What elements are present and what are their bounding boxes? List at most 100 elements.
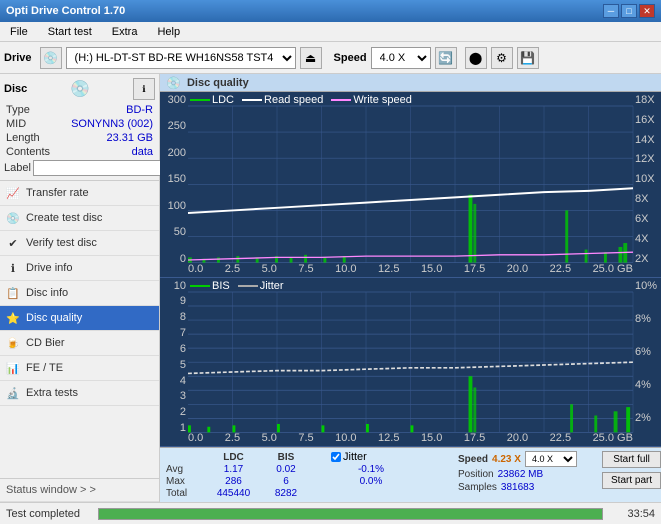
- disc-contents-value: data: [132, 146, 153, 158]
- disc-info-icon-btn[interactable]: ℹ: [133, 78, 155, 100]
- status-text: Test completed: [6, 508, 86, 520]
- disc-mid-label: MID: [6, 118, 26, 130]
- drive-select[interactable]: (H:) HL-DT-ST BD-RE WH16NS58 TST4: [66, 47, 296, 69]
- status-window-btn[interactable]: Status window > >: [0, 478, 159, 502]
- maximize-button[interactable]: □: [621, 4, 637, 18]
- extra-tests-icon: 🔬: [6, 386, 20, 400]
- legend-ldc: LDC: [190, 94, 234, 106]
- disc-quality-icon: ⭐: [6, 311, 20, 325]
- titlebar-title: Opti Drive Control 1.70: [6, 5, 125, 17]
- jitter-label: Jitter: [343, 451, 367, 463]
- start-full-button[interactable]: Start full: [602, 451, 661, 468]
- sidebar-item-transfer-rate[interactable]: 📈 Transfer rate: [0, 181, 159, 206]
- disc-type-value: BD-R: [126, 104, 153, 116]
- write-speed-color: [331, 99, 351, 101]
- samples-label: Samples: [458, 482, 497, 493]
- menu-file[interactable]: File: [4, 24, 34, 40]
- read-speed-color: [242, 99, 262, 101]
- record-btn[interactable]: ⬤: [465, 47, 487, 69]
- chart1-svg: [188, 106, 633, 263]
- sidebar-item-label-transfer-rate: Transfer rate: [26, 187, 89, 199]
- menu-start-test[interactable]: Start test: [42, 24, 98, 40]
- max-label: Max: [166, 476, 206, 487]
- titlebar: Opti Drive Control 1.70 ─ □ ✕: [0, 0, 661, 22]
- settings-btn[interactable]: ⚙: [491, 47, 513, 69]
- sidebar-item-extra-tests[interactable]: 🔬 Extra tests: [0, 381, 159, 406]
- disc-contents-row: Contents data: [4, 146, 155, 158]
- start-part-button[interactable]: Start part: [602, 472, 661, 489]
- chart1-svg-wrap: [188, 106, 633, 263]
- sidebar-item-verify-test-disc[interactable]: ✔ Verify test disc: [0, 231, 159, 256]
- sidebar-item-label-extra-tests: Extra tests: [26, 387, 78, 399]
- samples-value: 381683: [501, 482, 534, 493]
- sidebar-item-create-test-disc[interactable]: 💿 Create test disc: [0, 206, 159, 231]
- main-layout: Disc 💿 ℹ Type BD-R MID SONYNN3 (002) Len…: [0, 74, 661, 502]
- content-area: 💿 Disc quality LDC Read speed: [160, 74, 661, 502]
- progress-fill: [99, 509, 602, 519]
- disc-length-row: Length 23.31 GB: [4, 132, 155, 144]
- menu-extra[interactable]: Extra: [106, 24, 144, 40]
- nav-items: 📈 Transfer rate 💿 Create test disc ✔ Ver…: [0, 181, 159, 406]
- speed-pos-wrap: Speed 4.23 X 4.0 X Position 23862 MB Sam…: [458, 451, 598, 493]
- dq-header: 💿 Disc quality: [160, 74, 661, 92]
- eject-btn[interactable]: ⏏: [300, 47, 322, 69]
- sidebar-item-label-drive-info: Drive info: [26, 262, 72, 274]
- disc-info-icon: 📋: [6, 286, 20, 300]
- legend-write-speed: Write speed: [331, 94, 412, 106]
- total-label: Total: [166, 488, 206, 499]
- jitter-checkbox[interactable]: [331, 452, 341, 462]
- legend-jitter-label: Jitter: [260, 280, 284, 292]
- verify-test-disc-icon: ✔: [6, 236, 20, 250]
- legend-jitter: Jitter: [238, 280, 284, 292]
- disc-length-label: Length: [6, 132, 40, 144]
- chart1-y-axis-left: 300250200150100500: [160, 92, 188, 277]
- ldc-color: [190, 99, 210, 101]
- sidebar-item-disc-quality[interactable]: ⭐ Disc quality: [0, 306, 159, 331]
- drive-icon-btn[interactable]: 💿: [40, 47, 62, 69]
- chart2: BIS Jitter 10987654321 10%8%6%4%2%: [160, 278, 661, 447]
- sidebar-item-label-verify-test-disc: Verify test disc: [26, 237, 97, 249]
- speed-label: Speed: [334, 52, 367, 64]
- speed-select-stats[interactable]: 4.0 X: [525, 451, 577, 467]
- minimize-button[interactable]: ─: [603, 4, 619, 18]
- dq-header-icon: 💿: [166, 76, 181, 90]
- speed-select[interactable]: 4.0 X: [371, 47, 431, 69]
- speed-header: Speed: [458, 454, 488, 465]
- legend-ldc-label: LDC: [212, 94, 234, 106]
- refresh-btn[interactable]: 🔄: [435, 47, 457, 69]
- sidebar-item-drive-info[interactable]: ℹ Drive info: [0, 256, 159, 281]
- disc-panel: Disc 💿 ℹ Type BD-R MID SONYNN3 (002) Len…: [0, 74, 159, 181]
- jitter-check: Jitter: [331, 451, 411, 463]
- status-window-label: Status window > >: [6, 484, 96, 496]
- disc-label-label: Label: [4, 162, 31, 174]
- stat-table-wrap: LDC BIS Jitter Avg 1.17 0.02: [166, 451, 446, 499]
- disc-icon: 💿: [70, 79, 90, 99]
- avg-jitter: -0.1%: [331, 464, 411, 475]
- stats-header-row: LDC BIS Jitter: [166, 451, 446, 463]
- max-jitter: 0.0%: [331, 476, 411, 487]
- sidebar-item-fe-te[interactable]: 📊 FE / TE: [0, 356, 159, 381]
- chart1: LDC Read speed Write speed 3002502001501…: [160, 92, 661, 278]
- samples-row: Samples 381683: [458, 482, 598, 493]
- chart2-legend: BIS Jitter: [190, 280, 284, 292]
- speed-result-value: 4.23 X: [492, 454, 521, 465]
- sidebar-item-disc-info[interactable]: 📋 Disc info: [0, 281, 159, 306]
- drive-info-icon: ℹ: [6, 261, 20, 275]
- avg-label: Avg: [166, 464, 206, 475]
- create-test-disc-icon: 💿: [6, 211, 20, 225]
- menu-help[interactable]: Help: [151, 24, 186, 40]
- sidebar-item-cd-bier[interactable]: 🍺 CD Bier: [0, 331, 159, 356]
- save-btn[interactable]: 💾: [517, 47, 539, 69]
- col-bis-header: BIS: [261, 452, 311, 463]
- toolbar: Drive 💿 (H:) HL-DT-ST BD-RE WH16NS58 TST…: [0, 42, 661, 74]
- position-label: Position: [458, 469, 494, 480]
- sidebar-item-label-cd-bier: CD Bier: [26, 337, 65, 349]
- close-button[interactable]: ✕: [639, 4, 655, 18]
- avg-bis: 0.02: [261, 464, 311, 475]
- chart2-svg: [188, 292, 633, 432]
- bis-color: [190, 285, 210, 287]
- disc-mid-value: SONYNN3 (002): [71, 118, 153, 130]
- disc-label-input[interactable]: [33, 160, 171, 176]
- chart1-x-axis: 0.02.55.07.510.012.515.017.520.022.525.0…: [188, 263, 633, 275]
- charts-area: LDC Read speed Write speed 3002502001501…: [160, 92, 661, 447]
